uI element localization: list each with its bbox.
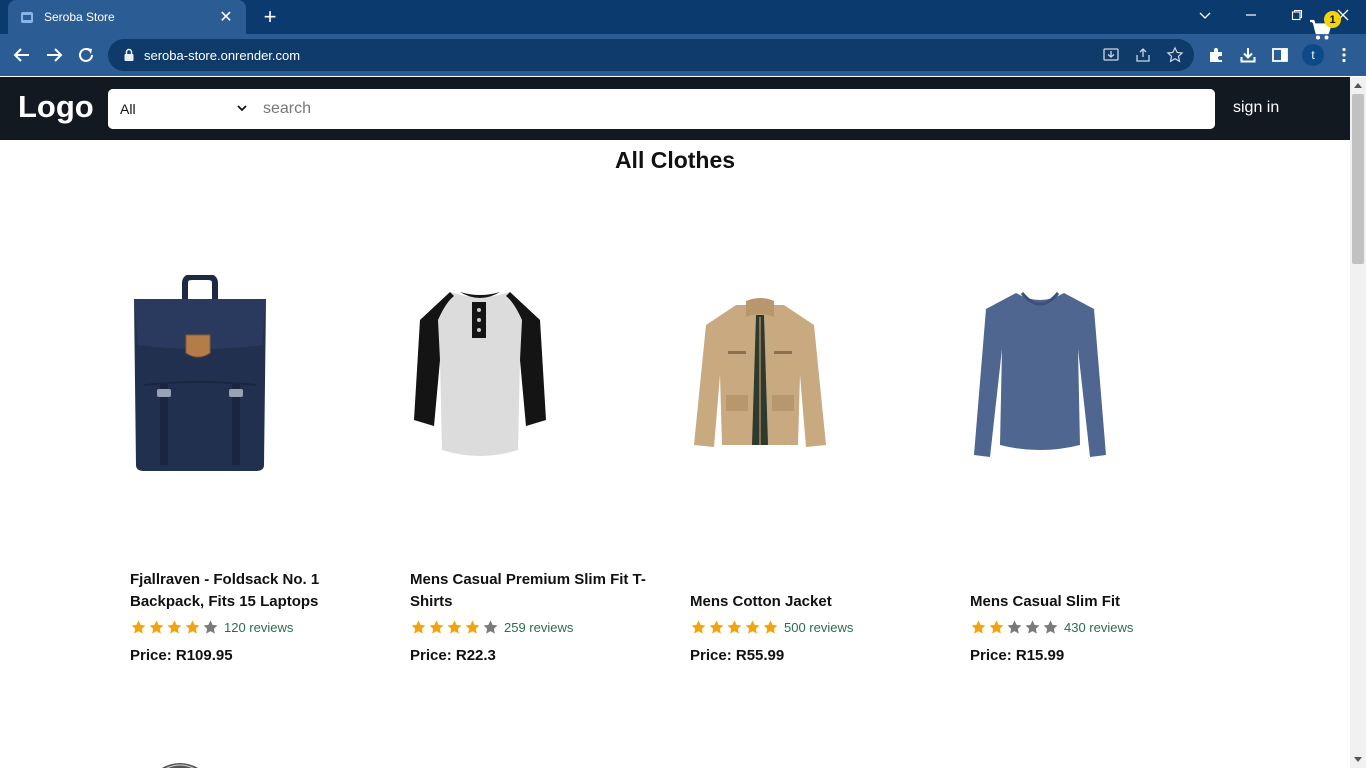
star-filled-icon [745,620,760,634]
product-price: Price: R55.99 [690,647,785,664]
longsleeve-image [974,292,1106,457]
back-icon[interactable] [10,43,34,67]
star-empty-icon [203,620,218,634]
address-bar: seroba-store.onrender.com t [0,34,1366,76]
scroll-up-arrow-icon[interactable] [1350,77,1366,93]
star-rating-icons [130,619,220,636]
star-empty-icon [1025,620,1040,634]
scrollbar-thumb[interactable] [1352,94,1364,264]
product-price: Price: R15.99 [970,647,1065,664]
search-input[interactable] [253,89,1215,129]
star-empty-icon [1007,620,1022,634]
product-price: Price: R22.3 [410,647,496,664]
product-name[interactable]: Fjallraven - Foldsack No. 1 Backpack, Fi… [130,569,390,613]
review-count[interactable]: 430 reviews [1064,620,1133,635]
tab-title: Seroba Store [44,10,115,24]
new-tab-icon[interactable]: + [258,4,282,29]
search-bar: All [108,89,1215,129]
close-tab-icon[interactable]: ✕ [218,9,234,26]
raglan-shirt-image [414,292,546,456]
category-dropdown[interactable]: All [108,89,253,129]
favicon-icon [21,12,33,23]
star-filled-icon [131,620,146,634]
star-rating-icons [690,619,780,636]
url-text: seroba-store.onrender.com [144,47,301,63]
scroll-down-arrow-icon[interactable] [1350,752,1366,768]
cart-count-badge: 1 [1324,11,1341,28]
side-panel-icon[interactable] [1268,43,1292,67]
review-count[interactable]: 120 reviews [224,620,293,635]
star-filled-icon [989,620,1004,634]
star-filled-icon [149,620,164,634]
jacket-image [694,298,826,447]
product-image[interactable] [410,260,550,490]
product-rating: 430 reviews [970,619,1133,636]
star-filled-icon [167,620,182,634]
minimize-icon[interactable] [1228,0,1274,30]
extensions-icon[interactable] [1204,43,1228,67]
tab-search-icon[interactable] [1182,0,1228,30]
star-rating-icons [970,619,1060,636]
review-count[interactable]: 500 reviews [784,620,853,635]
browser-tab[interactable]: Seroba Store ✕ [8,0,246,34]
category-select[interactable]: All [108,89,253,129]
site-logo[interactable]: Logo [18,89,94,125]
page-title: All Clothes [614,147,736,173]
product-rating: 500 reviews [690,619,853,636]
product-image[interactable] [130,260,270,490]
star-filled-icon [447,620,462,634]
share-icon[interactable] [1131,43,1155,67]
bookmark-star-icon[interactable] [1163,43,1187,67]
menu-kebab-icon[interactable] [1332,43,1356,67]
review-count[interactable]: 259 reviews [504,620,573,635]
star-filled-icon [185,620,200,634]
star-empty-icon [483,620,498,634]
star-filled-icon [465,620,480,634]
star-filled-icon [971,620,986,634]
browser-tab-bar: Seroba Store ✕ + [0,0,1366,34]
downloads-icon[interactable] [1236,43,1260,67]
backpack-image [134,275,266,471]
star-filled-icon [763,620,778,634]
star-filled-icon [411,620,426,634]
reload-icon[interactable] [74,43,98,67]
forward-icon[interactable] [42,43,66,67]
product-image[interactable] [690,260,830,490]
product-name[interactable]: Mens Casual Premium Slim Fit T-Shirts [410,569,670,613]
url-bar[interactable]: seroba-store.onrender.com [108,39,1194,71]
product-image[interactable] [970,260,1110,490]
product-rating: 259 reviews [410,619,573,636]
product-name[interactable]: Mens Cotton Jacket [690,591,950,613]
product-name[interactable]: Mens Casual Slim Fit [970,591,1230,613]
star-filled-icon [429,620,444,634]
product-rating: 120 reviews [130,619,293,636]
star-filled-icon [709,620,724,634]
profile-avatar[interactable]: t [1302,44,1324,66]
star-empty-icon [1043,620,1058,634]
install-app-icon[interactable] [1099,43,1123,67]
star-filled-icon [691,620,706,634]
lock-icon [124,48,134,61]
star-filled-icon [727,620,742,634]
next-product-image-peek [155,756,205,768]
site-header: Logo All sign in [0,77,1350,140]
sign-in-link[interactable]: sign in [1233,99,1279,117]
product-price: Price: R109.95 [130,647,233,664]
star-rating-icons [410,619,500,636]
